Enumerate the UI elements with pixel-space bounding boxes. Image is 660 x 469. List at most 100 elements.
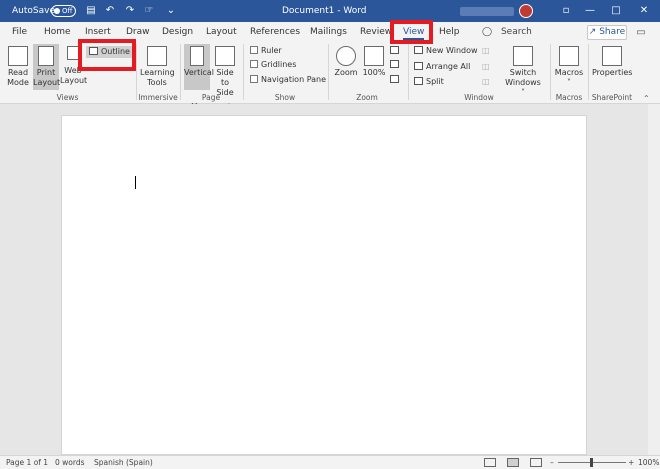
learning-tools-button[interactable]: Learning Tools xyxy=(140,46,175,90)
account-name[interactable] xyxy=(460,7,514,16)
properties-button[interactable]: Properties xyxy=(592,46,632,90)
read-mode-button[interactable]: Read Mode xyxy=(4,46,32,90)
new-window-button[interactable]: New Window xyxy=(414,46,478,56)
new-window-label: New Window xyxy=(426,46,478,55)
share-label: Share xyxy=(599,27,626,37)
gridlines-label: Gridlines xyxy=(261,60,297,69)
side-to-side-button[interactable]: Side to Side xyxy=(212,46,238,97)
collapse-ribbon-icon[interactable]: ⌃ xyxy=(643,94,650,103)
zoom-out-icon[interactable]: – xyxy=(550,456,554,469)
status-bar: Page 1 of 1 0 words Spanish (Spain) – + … xyxy=(0,455,660,469)
separator xyxy=(180,44,181,100)
undo-icon[interactable]: ↶ xyxy=(104,5,116,17)
tab-references[interactable]: References xyxy=(250,22,300,42)
tab-home[interactable]: Home xyxy=(44,22,71,42)
zoom-100-button[interactable]: 100% xyxy=(362,46,386,90)
word-count[interactable]: 0 words xyxy=(55,456,85,469)
reset-window-position-button[interactable]: ◫ xyxy=(482,77,490,87)
tab-design[interactable]: Design xyxy=(162,22,193,42)
save-icon[interactable]: ▤ xyxy=(85,5,97,17)
vertical-button[interactable]: Vertical xyxy=(184,44,214,90)
switch-windows-label-1: Switch xyxy=(509,68,537,77)
vertical-scrollbar[interactable] xyxy=(648,104,660,455)
page-count[interactable]: Page 1 of 1 xyxy=(6,456,48,469)
zoom-in-icon[interactable]: + xyxy=(628,456,634,469)
view-side-by-side-button[interactable]: ◫ xyxy=(482,46,490,56)
side-to-side-icon xyxy=(215,46,235,66)
switch-windows-button[interactable]: Switch Windows ˅ xyxy=(502,46,544,97)
zoom-level[interactable]: 100% xyxy=(638,456,659,469)
print-layout-button[interactable]: Print Layout xyxy=(33,44,61,90)
focus-icon[interactable] xyxy=(484,458,496,467)
zoom-group-label: Zoom xyxy=(356,93,378,102)
search-box[interactable]: ◯ Search xyxy=(482,22,532,42)
side-to-side-label-1: Side xyxy=(216,68,234,77)
autosave-label: AutoSave xyxy=(12,6,55,16)
minimize-icon[interactable]: — xyxy=(576,0,604,22)
read-mode-icon xyxy=(8,46,28,66)
ruler-label: Ruler xyxy=(261,46,282,55)
learning-tools-icon xyxy=(147,46,167,66)
separator xyxy=(550,44,551,100)
navigation-pane-checkbox-box[interactable] xyxy=(250,75,258,83)
immersive-group-label: Immersive xyxy=(138,93,178,102)
macros-button[interactable]: Macros ˅ xyxy=(554,46,584,90)
zoom-slider-thumb[interactable] xyxy=(590,458,593,467)
language[interactable]: Spanish (Spain) xyxy=(94,456,153,469)
ruler-checkbox[interactable]: Ruler xyxy=(250,46,282,56)
close-icon[interactable]: ✕ xyxy=(630,0,658,22)
split-icon xyxy=(414,77,423,85)
avatar[interactable] xyxy=(519,4,533,18)
learning-tools-label-2: Tools xyxy=(147,78,167,87)
zoom-button[interactable]: Zoom xyxy=(334,46,358,90)
arrange-all-icon xyxy=(414,62,423,70)
sharepoint-group-label: SharePoint xyxy=(591,93,633,102)
one-page-icon xyxy=(390,46,399,54)
customize-icon[interactable]: ⌄ xyxy=(165,5,177,17)
view-side-by-side-icon: ◫ xyxy=(482,46,490,55)
tab-layout[interactable]: Layout xyxy=(206,22,237,42)
touch-mode-icon[interactable]: ☞ xyxy=(143,5,155,17)
synchronous-scrolling-button[interactable]: ◫ xyxy=(482,62,490,72)
synchronous-scrolling-icon: ◫ xyxy=(482,62,490,71)
ruler-checkbox-box[interactable] xyxy=(250,46,258,54)
properties-icon xyxy=(602,46,622,66)
tab-file[interactable]: File xyxy=(12,22,27,42)
multiple-pages-button[interactable] xyxy=(390,60,402,70)
split-label: Split xyxy=(426,77,444,86)
split-button[interactable]: Split xyxy=(414,77,444,87)
outline-highlight xyxy=(78,39,136,71)
tab-mailings[interactable]: Mailings xyxy=(310,22,347,42)
one-page-button[interactable] xyxy=(390,46,402,56)
restore-icon[interactable]: □ xyxy=(602,0,630,22)
switch-windows-icon xyxy=(513,46,533,66)
tab-review[interactable]: Review xyxy=(360,22,392,42)
print-layout-view-icon[interactable] xyxy=(507,458,519,467)
vertical-icon xyxy=(190,46,204,66)
autosave-toggle[interactable]: Off xyxy=(51,5,76,17)
autosave-toggle-knob xyxy=(54,8,60,14)
properties-label: Properties xyxy=(592,68,633,77)
page-width-button[interactable] xyxy=(390,75,402,85)
arrange-all-label: Arrange All xyxy=(426,62,471,71)
gridlines-checkbox-box[interactable] xyxy=(250,60,258,68)
share-button[interactable]: ↗ Share xyxy=(587,25,627,40)
navigation-pane-checkbox[interactable]: Navigation Pane xyxy=(250,75,326,85)
tab-help[interactable]: Help xyxy=(439,22,460,42)
comments-icon[interactable]: ▭ xyxy=(633,25,649,40)
redo-icon[interactable]: ↷ xyxy=(124,5,136,17)
macros-dropdown-label: ˅ xyxy=(567,78,571,87)
views-group-label: Views xyxy=(56,93,79,102)
web-layout-view-icon[interactable] xyxy=(530,458,542,467)
navigation-pane-label: Navigation Pane xyxy=(261,75,327,84)
zoom-label: Zoom xyxy=(334,68,358,77)
print-layout-label-2: Layout xyxy=(33,78,61,87)
gridlines-checkbox[interactable]: Gridlines xyxy=(250,60,296,70)
search-label: Search xyxy=(500,27,532,37)
document-page[interactable] xyxy=(61,115,587,455)
arrange-all-button[interactable]: Arrange All xyxy=(414,62,470,72)
read-mode-label-1: Read xyxy=(7,68,29,77)
page-width-icon xyxy=(390,75,399,83)
separator xyxy=(588,44,589,100)
zoom-100-icon xyxy=(364,46,384,66)
